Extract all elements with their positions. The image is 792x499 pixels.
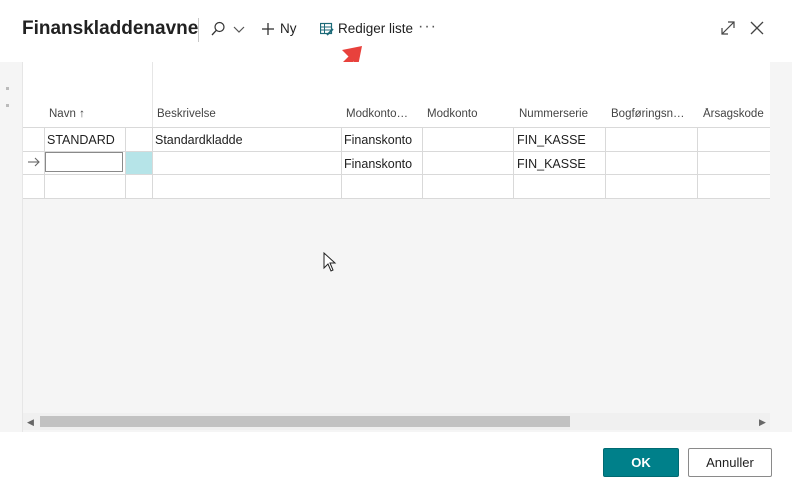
cell-beskrivelse[interactable]: Standardkladde [155,133,243,147]
search-button[interactable] [210,21,246,37]
column-header-arsagskode[interactable]: Årsagskode [703,108,769,120]
cell-nummerserie[interactable]: FIN_KASSE [517,133,586,147]
journal-names-grid [23,62,770,199]
column-header-beskrivelse[interactable]: Beskrivelse [157,108,216,120]
column-divider [341,127,342,198]
cell-modkontotype[interactable]: Finanskonto [344,133,412,147]
column-divider [513,127,514,198]
ok-button[interactable]: OK [603,448,679,477]
chevron-down-icon [233,26,245,33]
row-divider [23,174,770,175]
row-divider [23,198,770,199]
cell-navn[interactable]: STANDARD [47,133,115,147]
navn-input[interactable] [45,152,123,172]
cell-nummerserie[interactable]: FIN_KASSE [517,157,586,171]
column-header-modkonto[interactable]: Modkonto [427,108,478,120]
scroll-left-icon[interactable]: ◀ [27,417,34,428]
dialog: Finanskladdenavne Ny Rediger liste ··· N… [0,0,792,499]
cancel-button[interactable]: Annuller [688,448,772,477]
search-icon [211,21,225,36]
header-divider [152,62,153,128]
header-separator [198,18,199,42]
left-strip [0,62,23,432]
horizontal-scrollbar[interactable]: ◀ ▶ [23,413,770,430]
dialog-title: Finanskladdenavne [22,18,199,39]
column-divider [422,127,423,198]
new-button[interactable]: Ny [261,21,297,36]
column-divider [605,127,606,198]
edit-list-button[interactable]: Rediger liste [320,21,413,36]
edit-list-label: Rediger liste [338,21,414,36]
close-icon[interactable] [749,20,765,36]
sort-arrow-icon: ↑ [79,108,85,120]
cell-modkontotype[interactable]: Finanskonto [344,157,412,171]
column-header-bogforing[interactable]: Bogføringsn… [611,108,693,120]
selected-cell-highlight [126,152,152,174]
row-divider [23,127,770,128]
column-header-modkontotype[interactable]: Modkonto… [346,108,420,120]
more-options-button[interactable]: ··· [418,18,437,36]
column-header-navn-label: Navn [49,108,76,120]
scrollbar-thumb[interactable] [40,416,570,427]
column-header-navn[interactable]: Navn ↑ [49,108,85,120]
plus-icon [262,22,274,35]
new-button-label: Ny [280,21,297,36]
edit-list-icon [320,22,334,36]
current-row-arrow-icon [28,157,40,167]
expand-icon[interactable] [720,20,736,36]
scroll-right-icon[interactable]: ▶ [759,417,766,428]
column-divider [697,127,698,198]
column-divider [152,127,153,198]
mouse-cursor-icon [323,252,337,272]
column-header-nummerserie[interactable]: Nummerserie [519,108,588,120]
